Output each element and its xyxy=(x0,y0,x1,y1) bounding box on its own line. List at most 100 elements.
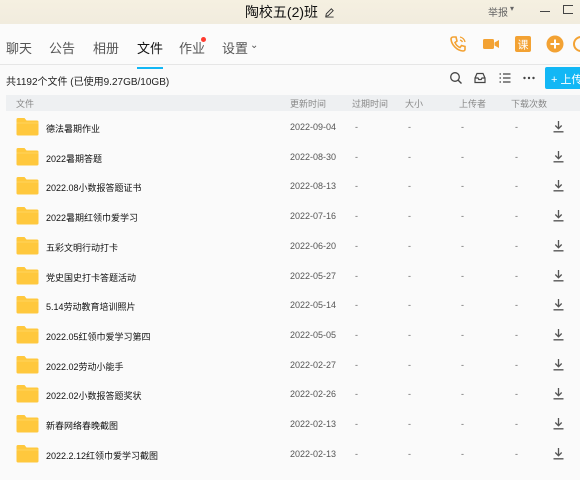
list-view-icon[interactable] xyxy=(498,71,512,85)
download-icon[interactable] xyxy=(552,358,565,371)
download-icon[interactable] xyxy=(552,447,565,460)
group-name: 陶校五(2)班 xyxy=(244,4,319,20)
inbox-icon[interactable] xyxy=(473,71,487,85)
table-row[interactable]: 2022暑期红领巾爱学习 2022-07-16 - - - - xyxy=(0,201,580,231)
expire-time: - xyxy=(355,240,358,251)
table-row[interactable]: 2022.05红领巾爱学习第四 2022-05-05 - - - - xyxy=(0,320,580,350)
file-size: - xyxy=(408,240,411,251)
download-count: - xyxy=(515,270,518,281)
tab-bar: 聊天 公告 相册 文件 作业 设置 ⌄ 课 xyxy=(0,24,580,69)
download-icon[interactable] xyxy=(552,417,565,430)
expire-time: - xyxy=(355,419,358,429)
uploader: - xyxy=(461,211,464,222)
expire-time: - xyxy=(355,122,358,132)
file-name[interactable]: 5.14劳动教育培训照片 xyxy=(46,300,136,313)
download-icon[interactable] xyxy=(552,209,565,222)
download-icon[interactable] xyxy=(552,150,565,163)
file-size: - xyxy=(408,211,411,222)
file-name[interactable]: 五彩文明行动打卡 xyxy=(46,241,118,254)
file-name[interactable]: 德法暑期作业 xyxy=(46,122,100,135)
svg-text:课: 课 xyxy=(518,39,529,52)
expire-time: - xyxy=(355,389,358,400)
table-row[interactable]: 2022.2.12红领巾爱学习截图 2022-02-13 - - - - xyxy=(0,439,580,469)
file-size: - xyxy=(408,419,411,429)
file-size: - xyxy=(408,151,411,162)
classroom-icon[interactable]: 课 xyxy=(513,34,533,54)
download-count: - xyxy=(515,240,518,251)
table-row[interactable]: 2022.02劳动小能手 2022-02-27 - - - - xyxy=(0,350,580,380)
updated-date: 2022-08-30 xyxy=(290,151,337,162)
file-size: - xyxy=(408,359,411,370)
more-icon[interactable] xyxy=(522,71,536,85)
column-header-updated[interactable]: 更新时间 xyxy=(290,97,326,110)
table-row[interactable]: 2022.08小数报答题证书 2022-08-13 - - - - xyxy=(0,171,580,201)
file-size: - xyxy=(408,270,411,281)
search-icon[interactable] xyxy=(449,71,463,85)
tab-files[interactable]: 文件 xyxy=(137,38,164,69)
file-name[interactable]: 2022.2.12红领巾爱学习截图 xyxy=(46,449,158,462)
file-size: - xyxy=(408,122,411,132)
table-row[interactable]: 党史国史打卡答题活动 2022-05-27 - - - - xyxy=(0,261,580,291)
folder-icon xyxy=(16,118,39,136)
file-name[interactable]: 2022.02劳动小能手 xyxy=(46,360,124,373)
column-header-expire[interactable]: 过期时间 xyxy=(352,97,388,110)
download-icon[interactable] xyxy=(552,239,565,252)
file-name[interactable]: 党史国史打卡答题活动 xyxy=(46,271,136,284)
folder-icon xyxy=(16,385,39,403)
upload-button[interactable]: + 上传 xyxy=(545,67,580,89)
column-header-downloads[interactable]: 下载次数 xyxy=(511,97,547,110)
report-link[interactable]: 举报 xyxy=(488,4,508,19)
tab-settings[interactable]: 设置 xyxy=(222,38,248,57)
column-header-size[interactable]: 大小 xyxy=(405,97,423,110)
edit-icon[interactable] xyxy=(324,7,335,18)
add-circle-icon[interactable] xyxy=(545,34,565,54)
folder-icon xyxy=(16,444,39,463)
video-icon[interactable] xyxy=(481,34,501,54)
download-icon[interactable] xyxy=(552,120,565,133)
file-name[interactable]: 新春网络春晚截图 xyxy=(46,419,118,432)
tab-announcement[interactable]: 公告 xyxy=(49,38,75,57)
table-row[interactable]: 2022暑期答题 2022-08-30 - - - - xyxy=(0,142,580,172)
column-header-file[interactable]: 文件 xyxy=(16,97,34,110)
download-count: - xyxy=(515,211,518,222)
download-count: - xyxy=(515,300,518,311)
minimize-button[interactable] xyxy=(540,11,550,12)
uploader: - xyxy=(461,419,464,429)
download-icon[interactable] xyxy=(552,387,565,400)
maximize-button[interactable] xyxy=(563,5,573,14)
expire-time: - xyxy=(355,359,358,370)
uploader: - xyxy=(461,389,464,400)
file-name[interactable]: 2022暑期答题 xyxy=(46,152,102,165)
expire-time: - xyxy=(355,270,358,281)
expire-time: - xyxy=(355,448,358,459)
table-row[interactable]: 2022.02小数报答题奖状 2022-02-26 - - - - xyxy=(0,379,580,409)
table-row[interactable]: 五彩文明行动打卡 2022-06-20 - - - - xyxy=(0,231,580,261)
file-size: - xyxy=(408,300,411,311)
chevron-down-icon[interactable]: ▾ xyxy=(510,4,514,13)
table-row[interactable]: 德法暑期作业 2022-09-04 - - - - xyxy=(0,112,580,142)
updated-date: 2022-02-13 xyxy=(290,448,337,459)
title-bar: 陶校五(2)班 举报 ▾ xyxy=(0,0,580,24)
download-count: - xyxy=(515,359,518,370)
file-name[interactable]: 2022.02小数报答题奖状 xyxy=(46,389,142,402)
column-header-uploader[interactable]: 上传者 xyxy=(459,97,486,110)
tab-album[interactable]: 相册 xyxy=(93,38,119,57)
chevron-down-icon[interactable]: ⌄ xyxy=(250,40,258,51)
file-name[interactable]: 2022.05红领巾爱学习第四 xyxy=(46,330,151,343)
folder-icon xyxy=(16,296,39,314)
download-icon[interactable] xyxy=(552,298,565,311)
download-icon[interactable] xyxy=(552,269,565,282)
tab-chat[interactable]: 聊天 xyxy=(6,38,32,57)
updated-date: 2022-02-13 xyxy=(290,419,337,429)
file-name[interactable]: 2022暑期红领巾爱学习 xyxy=(46,211,138,224)
download-count: - xyxy=(515,448,518,459)
table-row[interactable]: 5.14劳动教育培训照片 2022-05-14 - - - - xyxy=(0,290,580,320)
download-icon[interactable] xyxy=(552,179,565,192)
phone-icon[interactable] xyxy=(448,34,468,54)
download-icon[interactable] xyxy=(552,328,565,341)
table-row[interactable]: 新春网络春晚截图 2022-02-13 - - - - xyxy=(0,409,580,439)
file-name[interactable]: 2022.08小数报答题证书 xyxy=(46,181,142,194)
download-count: - xyxy=(515,419,518,429)
folder-icon xyxy=(16,177,39,195)
gear-icon[interactable] xyxy=(571,34,580,54)
